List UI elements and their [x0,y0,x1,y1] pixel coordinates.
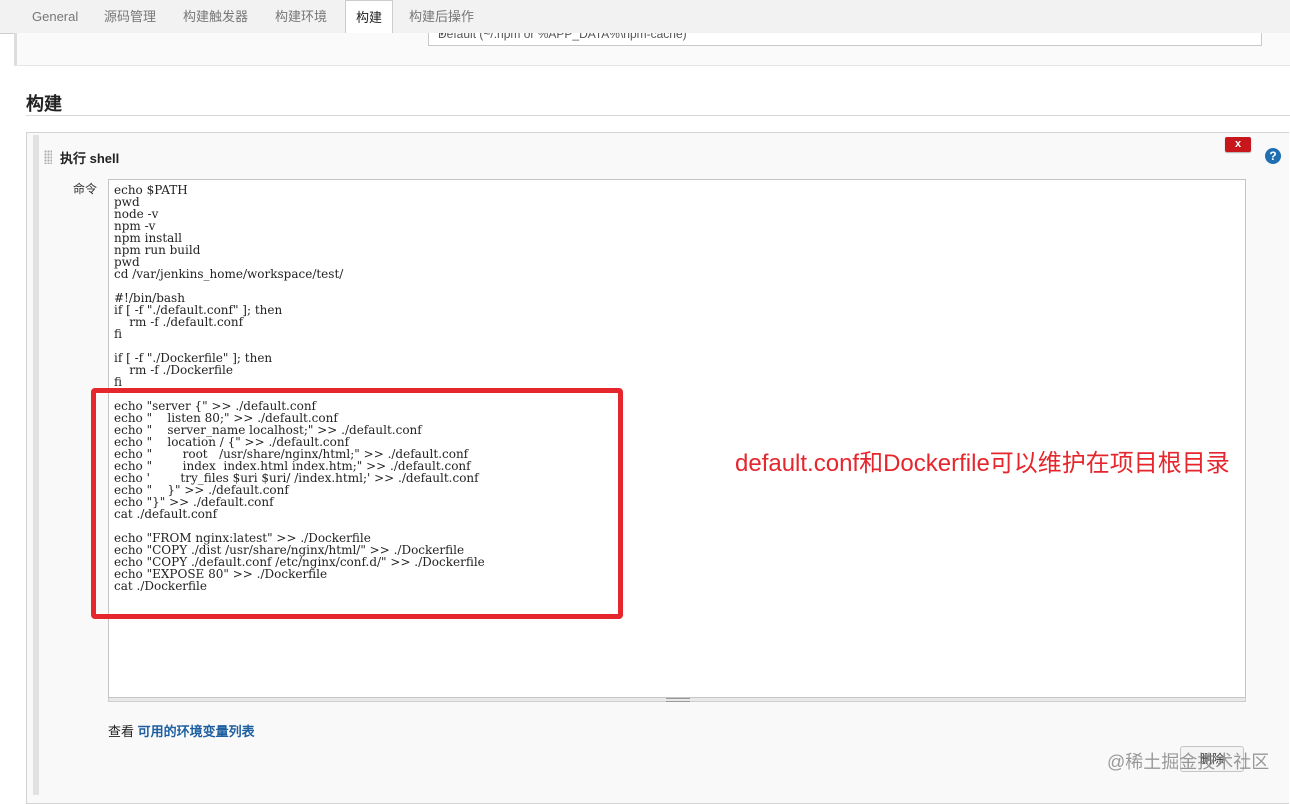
watermark: @稀土掘金技术社区 [1107,752,1270,772]
drag-handle-icon[interactable] [44,150,52,164]
env-vars-line: 查看 可用的环境变量列表 [108,721,255,740]
section-title-build: 构建 [26,94,62,114]
command-label: 命令 [73,182,98,196]
build-step-title: 执行 shell [60,151,120,166]
tab-post-build-actions[interactable]: 构建后操作 [399,0,484,33]
chevron-down-icon: ▼ [438,33,446,38]
help-icon[interactable]: ? [1265,148,1281,164]
tab-general[interactable]: General [22,0,88,33]
textarea-resize-handle[interactable] [108,698,1246,702]
highlight-box [91,388,623,619]
npm-cache-select[interactable]: Default (~/.npm or %APP_DATA%\npm-cache)… [428,33,1262,46]
delete-step-icon[interactable]: x [1225,137,1251,152]
step-panel-left-bar [33,135,39,795]
tab-build[interactable]: 构建 [345,0,394,34]
config-tab-bar: General 源码管理 构建触发器 构建环境 构建 构建后操作 [0,0,1290,34]
annotation-text: default.conf和Dockerfile可以维护在项目根目录 [735,450,1230,477]
tab-source-code-management[interactable]: 源码管理 [94,0,166,33]
env-vars-prefix: 查看 [108,724,138,739]
tab-build-environment[interactable]: 构建环境 [265,0,337,33]
section-divider [26,115,1290,116]
env-vars-link[interactable]: 可用的环境变量列表 [138,724,255,739]
tab-build-triggers[interactable]: 构建触发器 [173,0,258,33]
